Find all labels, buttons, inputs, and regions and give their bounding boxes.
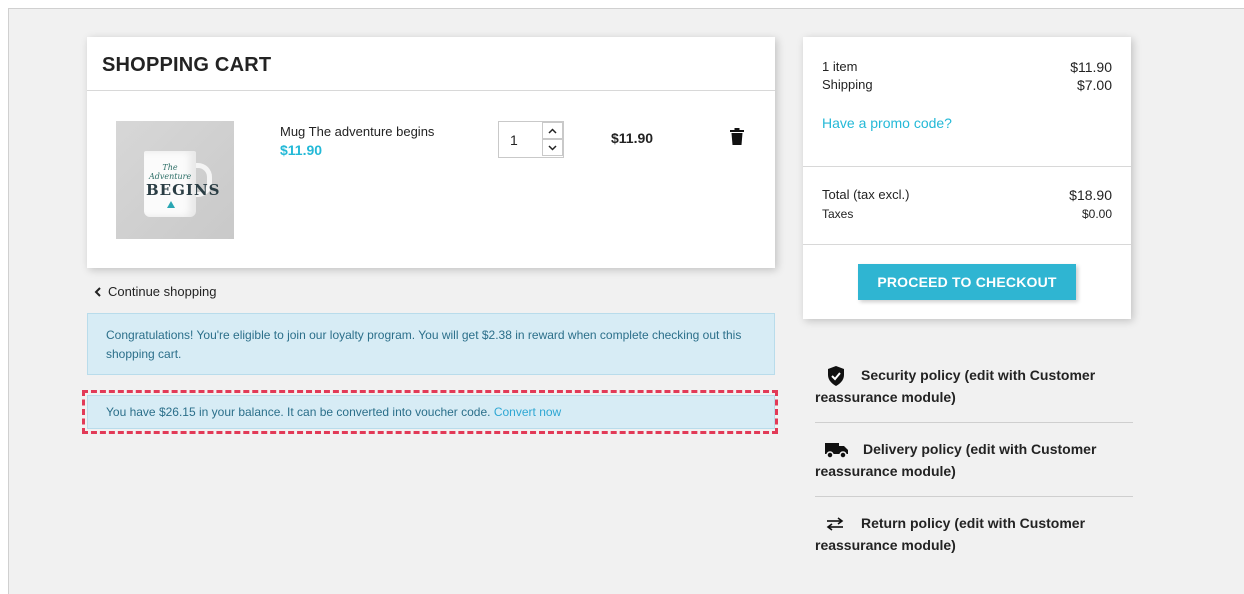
reassurance-delivery-label: Delivery policy (edit with Customer reas… (815, 441, 1097, 479)
quantity-stepper (498, 121, 564, 158)
reassurance-security-label: Security policy (edit with Customer reas… (815, 367, 1096, 406)
cart-panel: SHOPPING CART The Adventure BEGINS Mug T… (87, 37, 775, 268)
items-row: 1 item $11.90 (822, 59, 1112, 75)
shipping-label: Shipping (822, 77, 873, 92)
continue-shopping-label: Continue shopping (108, 284, 217, 299)
product-name-link[interactable]: Mug The adventure begins (280, 124, 434, 139)
items-count-label: 1 item (822, 59, 858, 74)
product-unit-price: $11.90 (280, 142, 323, 158)
continue-shopping-link[interactable]: Continue shopping (94, 284, 216, 299)
reassurance-item-security: Security policy (edit with Customer reas… (815, 364, 1133, 408)
cart-divider (87, 90, 775, 91)
mug-art-top: The Adventure (149, 163, 192, 181)
proceed-to-checkout-button[interactable]: PROCEED TO CHECKOUT (858, 264, 1076, 300)
truck-icon (825, 443, 848, 460)
total-row: Total (tax excl.) $18.90 (822, 187, 1112, 203)
reassurance-item-delivery: Delivery policy (edit with Customer reas… (815, 438, 1133, 482)
cart-summary-panel: 1 item $11.90 Shipping $7.00 Have a prom… (803, 37, 1131, 319)
total-label: Total (tax excl.) (822, 187, 910, 202)
reassurance-return-label: Return policy (edit with Customer reassu… (815, 515, 1086, 553)
quantity-input[interactable] (499, 122, 541, 157)
taxes-row: Taxes $0.00 (822, 207, 1112, 221)
taxes-label: Taxes (822, 207, 854, 221)
loyalty-alert: Congratulations! You're eligible to join… (87, 313, 775, 375)
reassurance-divider-2 (815, 496, 1133, 497)
product-image[interactable]: The Adventure BEGINS (116, 121, 234, 239)
highlight-box (82, 390, 778, 434)
items-subtotal: $11.90 (1070, 59, 1112, 75)
promo-code-link[interactable]: Have a promo code? (822, 115, 952, 131)
shield-check-icon (828, 366, 844, 387)
mug-art-icon (167, 201, 175, 208)
shipping-value: $7.00 (1076, 77, 1112, 93)
chevron-up-icon (548, 127, 557, 134)
reassurance-item-return: Return policy (edit with Customer reassu… (815, 512, 1133, 556)
mug-art-main: BEGINS (146, 181, 221, 199)
quantity-increase-button[interactable] (542, 122, 563, 139)
line-total: $11.90 (611, 130, 654, 146)
shipping-row: Shipping $7.00 (822, 77, 1112, 93)
trash-icon[interactable] (730, 128, 744, 145)
cart-title: SHOPPING CART (102, 54, 272, 76)
quantity-decrease-button[interactable] (542, 139, 563, 156)
chevron-left-icon (94, 286, 101, 297)
chevron-down-icon (548, 144, 557, 151)
taxes-value: $0.00 (1081, 207, 1112, 221)
total-value: $18.90 (1069, 187, 1112, 203)
summary-divider-2 (803, 244, 1131, 245)
reassurance-divider-1 (815, 422, 1133, 423)
swap-arrows-icon (826, 517, 844, 531)
summary-divider-1 (803, 166, 1131, 167)
